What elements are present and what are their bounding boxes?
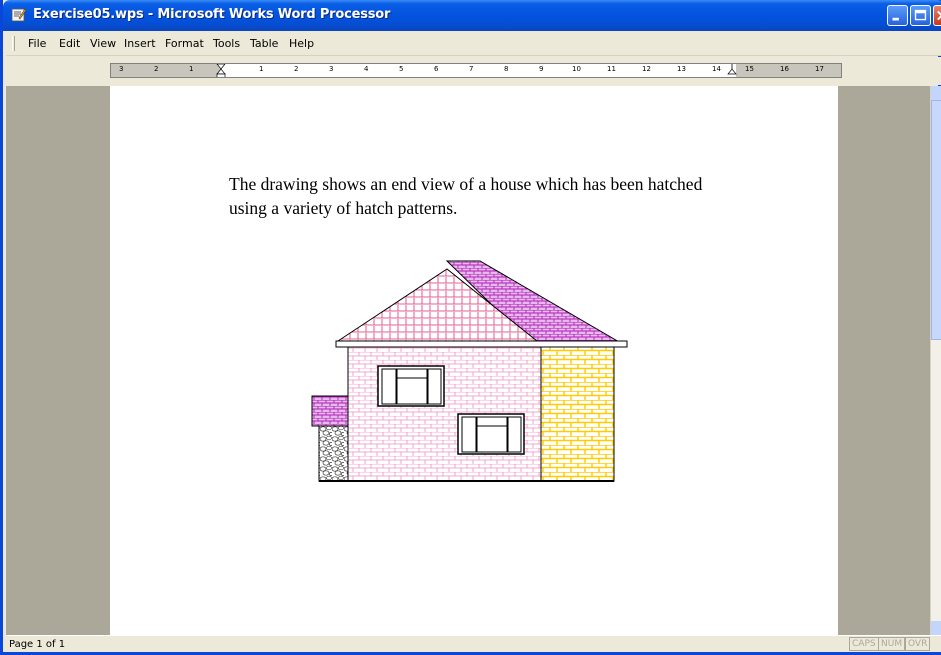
caps-indicator: CAPS — [849, 637, 879, 651]
app-window: Exercise05.wps - Microsoft Works Word Pr… — [0, 0, 941, 655]
menu-edit[interactable]: Edit — [59, 37, 80, 50]
ovr-indicator: OVR — [905, 637, 931, 651]
menu-format[interactable]: Format — [165, 37, 204, 50]
vertical-scrollbar[interactable] — [930, 86, 941, 635]
status-bar: Page 1 of 1 CAPS NUM OVR — [6, 635, 941, 652]
page-count: Page 1 of 1 — [9, 639, 66, 650]
menu-file[interactable]: File — [28, 37, 46, 50]
menu-table[interactable]: Table — [250, 37, 278, 50]
document-paragraph[interactable]: The drawing shows an end view of a house… — [229, 172, 729, 220]
house-drawing[interactable] — [308, 256, 628, 486]
minimize-button[interactable] — [887, 5, 908, 26]
house-window-upper — [377, 365, 445, 407]
window-title: Exercise05.wps - Microsoft Works Word Pr… — [33, 7, 391, 22]
menu-grip[interactable] — [12, 36, 15, 51]
document-workspace: The drawing shows an end view of a house… — [6, 86, 930, 635]
horizontal-ruler[interactable]: 3 2 1 1 2 3 4 5 6 7 8 9 10 11 12 13 14 1… — [110, 63, 842, 78]
menu-tools[interactable]: Tools — [213, 37, 240, 50]
menu-bar: File Edit View Insert Format Tools Table… — [6, 31, 941, 56]
works-app-icon[interactable] — [11, 7, 27, 23]
maximize-button[interactable] — [910, 5, 931, 26]
ruler-bar: 3 2 1 1 2 3 4 5 6 7 8 9 10 11 12 13 14 1… — [6, 57, 941, 85]
scroll-thumb[interactable] — [931, 100, 941, 340]
house-window-lower — [457, 413, 525, 455]
num-indicator: NUM — [878, 637, 906, 651]
document-page[interactable]: The drawing shows an end view of a house… — [110, 86, 838, 635]
title-bar[interactable]: Exercise05.wps - Microsoft Works Word Pr… — [3, 0, 941, 31]
close-button[interactable] — [933, 5, 941, 26]
menu-help[interactable]: Help — [289, 37, 314, 50]
menu-insert[interactable]: Insert — [124, 37, 156, 50]
minimize-icon — [892, 17, 899, 21]
scroll-down-button[interactable] — [931, 621, 941, 635]
maximize-icon — [914, 9, 927, 21]
menu-view[interactable]: View — [90, 37, 116, 50]
scroll-up-button[interactable] — [931, 86, 941, 100]
close-icon — [937, 10, 941, 21]
ruler-indent-markers[interactable] — [111, 64, 842, 78]
